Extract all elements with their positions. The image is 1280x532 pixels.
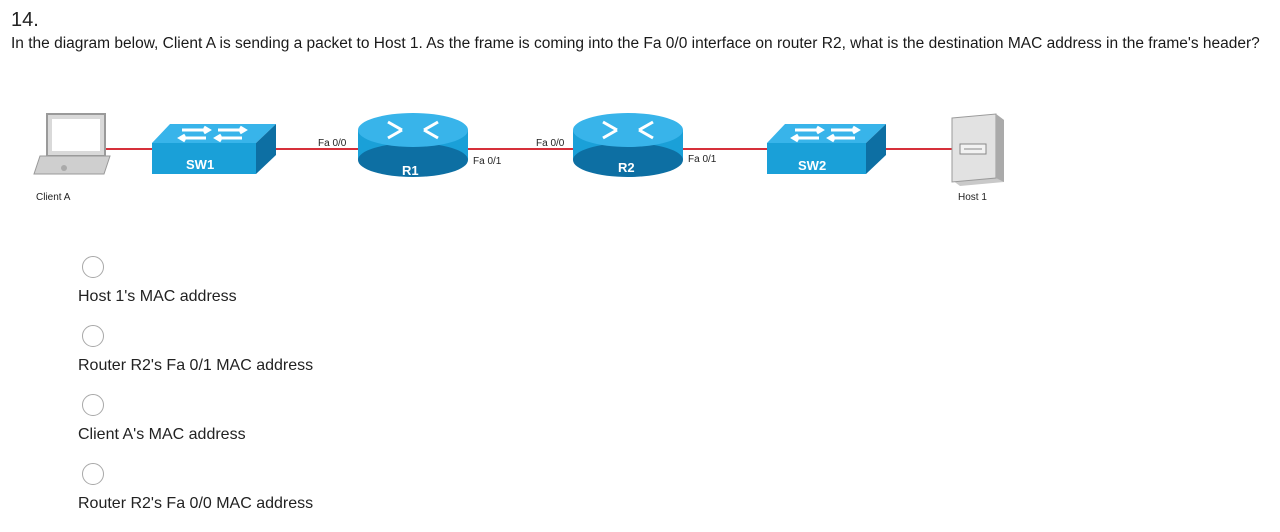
question-number: 14. [11,9,39,31]
option-label: Router R2's Fa 0/0 MAC address [78,495,314,512]
option-label: Client A's MAC address [78,426,246,443]
option-r2-fa01-mac[interactable]: Router R2's Fa 0/1 MAC address [78,325,478,385]
r2-label: R2 [618,160,635,175]
network-diagram: Client A SW1 R1 Fa 0/0 Fa 0/1 R2 Fa 0/0 … [33,113,1004,203]
radio-button[interactable] [82,256,104,278]
client-a-label: Client A [36,192,71,203]
radio-button[interactable] [82,463,104,485]
option-r2-fa00-mac[interactable]: Router R2's Fa 0/0 MAC address [78,463,478,523]
r1-fa01-label: Fa 0/1 [473,156,502,167]
laptop-icon [33,113,111,175]
switch-sw2-icon [767,124,886,174]
r1-label: R1 [402,163,419,178]
option-label: Router R2's Fa 0/1 MAC address [78,357,314,374]
sw2-label: SW2 [798,158,826,173]
host-1-label: Host 1 [958,192,987,203]
radio-button[interactable] [82,394,104,416]
r1-fa00-label: Fa 0/0 [318,138,347,149]
sw1-label: SW1 [186,157,214,172]
r2-fa01-label: Fa 0/1 [688,154,717,165]
option-host1-mac[interactable]: Host 1's MAC address [78,256,478,316]
option-client-a-mac[interactable]: Client A's MAC address [78,394,478,454]
r2-fa00-label: Fa 0/0 [536,138,565,149]
server-icon [951,113,1004,186]
radio-button[interactable] [82,325,104,347]
option-label: Host 1's MAC address [78,288,237,305]
question-text: In the diagram below, Client A is sendin… [11,35,1260,52]
